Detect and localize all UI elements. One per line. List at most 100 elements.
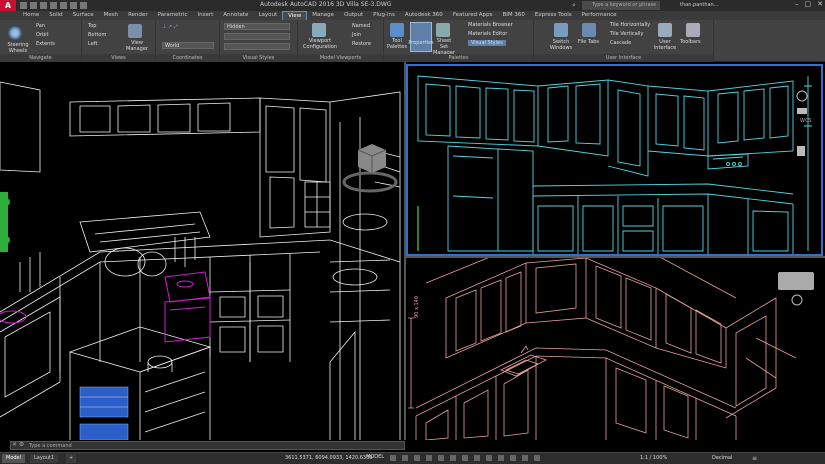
properties-button-highlight[interactable] [410,22,432,52]
pan-button[interactable]: Pan [36,23,45,29]
steering-wheels-button[interactable]: Steering Wheels [4,42,32,54]
tab-insert[interactable]: Insert [192,11,218,20]
close-icon[interactable]: ✕ [817,0,823,8]
viewport-configuration-button[interactable]: Viewport Configuration [300,38,340,50]
transparency-icon[interactable] [474,455,480,461]
selection-cycling-icon[interactable] [486,455,492,461]
saveas-icon[interactable] [50,2,57,9]
units-display[interactable]: Decimal [712,455,732,461]
tab-home[interactable]: Home [18,11,44,20]
ucs-dropdown[interactable]: World [162,42,214,49]
file-tabs-icon[interactable] [582,23,596,37]
tab-layout[interactable]: Layout [253,11,282,20]
viewport-configuration-icon[interactable] [312,23,326,37]
ortho-icon[interactable] [414,455,420,461]
tool-palettes-icon[interactable] [390,23,404,37]
join-viewports-button[interactable]: Join [352,32,361,38]
switch-windows-icon[interactable] [554,23,568,37]
tab-performance[interactable]: Performance [577,11,622,20]
panel-model-viewports: Viewport Configuration Named Join Restor… [298,20,384,62]
tab-layout1[interactable]: Layout1 [30,454,59,463]
sheet-set-icon[interactable] [436,23,450,37]
user-account[interactable]: than.panthan... [680,2,719,8]
gizmo-icon[interactable] [522,455,528,461]
tool-palettes-button[interactable]: Tool Palettes [386,38,408,50]
tab-autodesk-360[interactable]: Autodesk 360 [400,11,448,20]
materials-browser-button[interactable]: Materials Browser [468,22,513,28]
visual-styles-palette-button[interactable]: Visual Styles [468,40,506,46]
tab-express-tools[interactable]: Express Tools [530,11,577,20]
view-bottom-button[interactable]: Bottom [88,32,106,38]
new-icon[interactable] [20,2,27,9]
redo-icon[interactable] [80,2,87,9]
minimize-icon[interactable]: – [795,0,799,8]
open-icon[interactable] [30,2,37,9]
toolbars-button[interactable]: Toolbars [680,39,701,45]
file-tabs-button[interactable]: File Tabs [578,39,599,45]
panel-title: Views [82,54,155,62]
maximize-icon[interactable]: □ [805,0,812,8]
ucs-icon[interactable]: ⊥ ↗ ⤢ [162,24,178,30]
materials-editor-button[interactable]: Materials Editor [468,31,507,37]
steering-wheel-icon[interactable] [8,26,22,40]
edge-style-dropdown[interactable] [224,33,290,40]
otrack-icon[interactable] [450,455,456,461]
autocad-logo-icon[interactable]: A [0,0,16,11]
cascade-button[interactable]: Cascade [610,40,631,46]
view-left-button[interactable]: Left [88,41,97,47]
polar-icon[interactable] [426,455,432,461]
face-style-dropdown[interactable] [224,43,290,50]
tab-model[interactable]: Model [2,454,26,463]
restore-viewports-button[interactable]: Restore [352,41,371,47]
panel-navigate: Steering Wheels Pan Orbit Extents Naviga… [0,20,82,62]
dynamic-ucs-icon[interactable] [510,455,516,461]
add-layout-button[interactable]: + [66,454,77,463]
coordinate-readout: 3611.5371, 6094.0933, 1420.6339 [285,455,373,461]
search-input[interactable]: Type a keyword or phrase [582,1,660,10]
plot-icon[interactable] [60,2,67,9]
viewport-bottom-right[interactable]: 90 x 140 [406,258,823,440]
viewport-top-right-active[interactable]: WCS [406,64,823,256]
tab-view[interactable]: View [282,11,308,20]
view-manager-button[interactable]: View Manager [122,40,152,52]
tab-bim-360[interactable]: BIM 360 [497,11,529,20]
user-interface-button[interactable]: User Interface [652,39,678,51]
view-top-button[interactable]: Top [88,23,96,29]
tab-parametric[interactable]: Parametric [153,11,193,20]
orbit-button[interactable]: Orbit [36,32,49,38]
switch-windows-button[interactable]: Switch Windows [546,39,576,51]
extents-button[interactable]: Extents [36,41,55,47]
customization-menu-icon[interactable]: ≡ [752,455,757,462]
visual-style-dropdown[interactable]: Hidden [224,23,290,30]
tab-plug-ins[interactable]: Plug-ins [368,11,400,20]
tab-mesh[interactable]: Mesh [99,11,123,20]
named-viewports-button[interactable]: Named [352,23,370,29]
tab-featured-apps[interactable]: Featured Apps [448,11,498,20]
grid-icon[interactable] [390,455,396,461]
osnap-icon[interactable] [438,455,444,461]
tile-vertically-button[interactable]: Tile Vertically [610,31,643,37]
snap-icon[interactable] [402,455,408,461]
command-close-icon[interactable]: ✕ ⚙ [12,441,24,448]
tab-solid[interactable]: Solid [44,11,67,20]
toolbars-icon[interactable] [686,23,700,37]
view-manager-icon[interactable] [128,24,142,38]
tab-annotate[interactable]: Annotate [218,11,253,20]
properties-button[interactable]: Properties [408,40,434,46]
tab-render[interactable]: Render [123,11,153,20]
command-input[interactable]: Type a command [10,441,405,450]
panel-title: Model Viewports [298,54,383,62]
save-icon[interactable] [40,2,47,9]
lineweight-icon[interactable] [462,455,468,461]
tab-output[interactable]: Output [339,11,368,20]
tab-manage[interactable]: Manage [307,11,339,20]
3d-osnap-icon[interactable] [498,455,504,461]
annotation-visibility-icon[interactable] [534,455,540,461]
user-interface-icon[interactable] [658,23,672,37]
tab-surface[interactable]: Surface [68,11,99,20]
undo-icon[interactable] [70,2,77,9]
viewport-left-3d[interactable] [0,62,404,440]
tile-horizontally-button[interactable]: Tile Horizontally [610,22,650,28]
model-space-button[interactable]: MODEL [366,454,384,460]
annotation-scale[interactable]: 1:1 / 100% [640,455,667,461]
